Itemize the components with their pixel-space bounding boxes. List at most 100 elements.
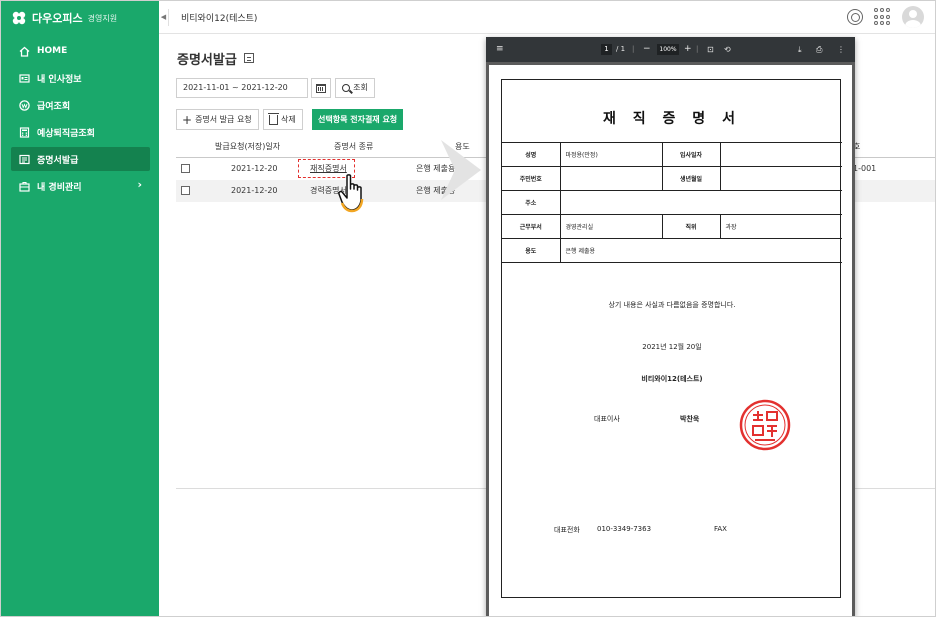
row-number: 1-001 [853,164,877,173]
sidebar: 다우오피스 경영지원 HOME 내 인사정보 급여조회 예상퇴직금조회 증명서발… [1,1,159,616]
company-name: 비티와이12(테스트) [181,14,258,24]
row-date: 2021-12-20 [231,164,278,173]
field-value: 은행 제출용 [559,238,842,263]
home-icon [19,46,30,57]
field-label: 입사일자 [661,142,721,167]
sidebar-item-severance[interactable]: 예상퇴직금조회 [11,120,150,144]
field-label: 성명 [502,142,561,167]
help-icon[interactable] [847,9,863,25]
search-icon [342,84,351,92]
zoom-out-button[interactable]: − [643,37,651,62]
zoom-input[interactable]: 100% [657,44,679,55]
sidebar-item-label: 내 인사정보 [37,74,82,85]
sidebar-item-hr-info[interactable]: 내 인사정보 [11,66,150,90]
document-icon[interactable] [244,53,254,63]
field-value [559,190,842,215]
sidebar-item-label: HOME [37,46,68,56]
certificate-title: 재 직 증 명 서 [603,111,741,127]
app-grid-icon[interactable] [874,8,892,26]
plus-icon: + [182,112,193,127]
sidebar-item-expense[interactable]: 내 경비관리 › [11,174,150,198]
print-icon[interactable]: ⎙ [816,37,822,62]
field-label: 생년월일 [661,166,721,191]
page-title: 증명서발급 [177,53,237,68]
arrow-right-icon [441,140,481,200]
fax-label: FAX [714,525,727,533]
pdf-viewer: ≡ 1 / 1 | − 100% + | ⊡ ⟲ ⤓ ⎙ ⋮ 재 직 증 명 서… [486,37,855,616]
request-label: 증명서 발급 요청 [195,115,252,124]
calendar-button[interactable] [311,78,331,98]
issue-date: 2021년 12월 20일 [642,343,702,351]
trash-icon [268,112,279,125]
separator: | [632,45,635,53]
page-total: / 1 [616,45,626,53]
certificate-frame: 재 직 증 명 서 성명 마정용(만정) 입사일자 주민번호 생년월일 주소 근… [501,79,842,598]
brand[interactable]: 다우오피스 경영지원 [11,9,117,27]
more-options-icon[interactable]: ⋮ [837,37,845,62]
row-date: 2021-12-20 [231,186,278,195]
sidebar-item-label: 내 경비관리 [37,182,82,193]
id-card-icon [19,73,30,83]
field-value [719,166,842,191]
field-label: 근무부서 [502,214,561,239]
rotate-icon[interactable]: ⟲ [724,37,731,62]
certificate-icon [19,154,30,164]
row-checkbox[interactable] [181,186,190,195]
delete-button[interactable]: 삭제 [263,109,303,130]
download-icon[interactable]: ⤓ [798,37,802,62]
sidebar-item-label: 예상퇴직금조회 [37,128,95,139]
pdf-toolbar: ≡ 1 / 1 | − 100% + | ⊡ ⟲ ⤓ ⎙ ⋮ [486,37,855,62]
fit-page-icon[interactable]: ⊡ [707,37,714,62]
field-label: 주민번호 [502,166,561,191]
delete-label: 삭제 [281,115,296,124]
chevron-right-icon: › [137,178,142,191]
ceo-name: 박찬욱 [680,415,700,423]
phone-value: 010-3349-7363 [597,525,652,533]
field-value: 경영관리실 [559,214,663,239]
issuing-company: 비티와이12(테스트) [641,375,703,383]
briefcase-icon [19,181,30,192]
certification-statement: 상기 내용은 사실과 다름없음을 증명합니다. [608,301,736,309]
certificate-info-table: 성명 마정용(만정) 입사일자 주민번호 생년월일 주소 근무부서 경영관리실 … [502,142,842,263]
header-type: 증명서 종류 [334,142,374,151]
separator: | [696,45,699,53]
sidebar-item-certificate[interactable]: 증명서발급 [11,147,150,171]
won-coin-icon [19,99,30,111]
app-subtitle: 경영지원 [87,13,118,23]
zoom-in-button[interactable]: + [684,37,692,62]
field-label: 주소 [502,190,561,215]
top-bar: ◀ 비티와이12(테스트) [159,1,935,34]
hand-pointer-icon [338,174,364,213]
menu-icon[interactable]: ≡ [496,37,504,62]
date-range-input[interactable]: 2021-11-01 ~ 2021-12-20 [176,78,308,98]
search-label: 조회 [353,83,368,92]
field-label: 직위 [661,214,721,239]
sidebar-item-home[interactable]: HOME [11,39,150,63]
pdf-page: 재 직 증 명 서 성명 마정용(만정) 입사일자 주민번호 생년월일 주소 근… [489,65,852,616]
sidebar-item-salary[interactable]: 급여조회 [11,93,150,117]
request-certificate-button[interactable]: + 증명서 발급 요청 [176,109,259,130]
daou-logo-icon [12,11,26,25]
app-name: 다우오피스 [32,12,83,25]
page-number-input[interactable]: 1 [601,44,612,55]
avatar[interactable] [902,6,924,28]
header-date: 발급요청(저장)일자 [215,142,281,151]
calendar-icon [316,83,326,93]
approval-request-button[interactable]: 선택항목 전자결재 요청 [312,109,403,130]
phone-label: 대표전화 [554,526,580,534]
approval-label: 선택항목 전자결재 요청 [318,115,398,124]
field-label: 용도 [502,238,561,263]
company-seal-icon [739,399,791,451]
app-window: 다우오피스 경영지원 HOME 내 인사정보 급여조회 예상퇴직금조회 증명서발… [0,0,936,617]
row-checkbox[interactable] [181,164,190,173]
sidebar-item-label: 증명서발급 [37,155,79,166]
field-value: 마정용(만정) [559,142,663,167]
search-button[interactable]: 조회 [335,78,375,98]
field-value: 과장 [719,214,842,239]
sidebar-item-label: 급여조회 [37,101,71,112]
field-value [559,166,663,191]
field-value [719,142,842,167]
calculator-icon [19,126,30,138]
ceo-label: 대표이사 [594,415,620,423]
sidebar-collapse-button[interactable]: ◀ [159,9,169,26]
